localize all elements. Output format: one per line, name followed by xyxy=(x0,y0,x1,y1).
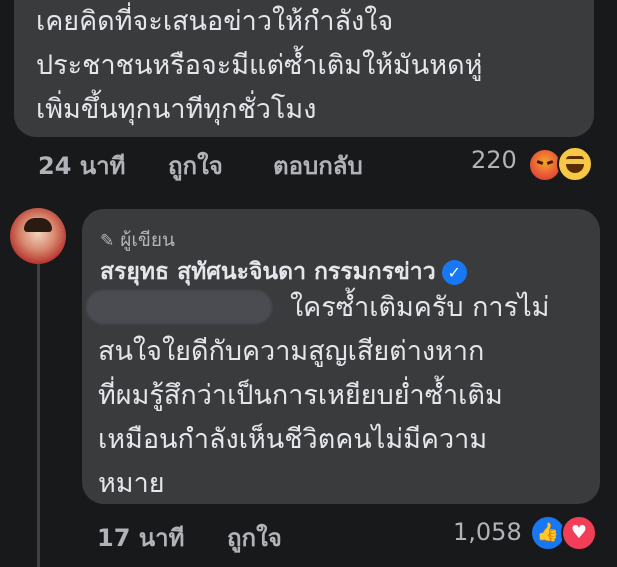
reply-line: หมาย xyxy=(98,468,165,499)
reply-line: เหมือนกำลังเห็นชีวิตคนไม่มีความ xyxy=(98,424,488,455)
author-badge-label: ผู้เขียน xyxy=(120,229,175,251)
avatar-hair xyxy=(24,218,52,232)
haha-icon[interactable] xyxy=(557,146,593,182)
comment-actions: 24 นาที ถูกใจ ตอบกลับ 220 xyxy=(38,146,598,186)
reaction-count[interactable]: 1,058 xyxy=(453,518,522,546)
author-badge: ✎ ผู้เขียน xyxy=(100,225,175,255)
comment-text: เคยคิดที่จะเสนอข่าวให้กำลังใจ ประชาชนหรื… xyxy=(36,0,596,132)
author-name-row: สรยุทธ สุทัศนะจินดา กรรมกรข่าว ✓ xyxy=(100,254,467,290)
reply-timestamp[interactable]: 17 นาที xyxy=(97,518,184,557)
like-button[interactable]: ถูกใจ xyxy=(168,146,223,185)
reply-line: ที่ผมรู้สึกว่าเป็นการเหยียบย่ำซ้ำเติม xyxy=(98,380,503,411)
reply-line: สนใจใยดีกับความสูญเสียต่างหาก xyxy=(98,336,485,367)
comment-line: ประชาชนหรือจะมีแต่ซ้ำเติมให้มันหดหู่ xyxy=(36,50,483,81)
comment-line: เคยคิดที่จะเสนอข่าวให้กำลังใจ xyxy=(36,6,394,37)
reply-text: สนใจใยดีกับความสูญเสียต่างหาก ที่ผมรู้สึ… xyxy=(98,330,598,506)
thread-connector xyxy=(37,258,40,567)
author-name[interactable]: สรยุทธ สุทัศนะจินดา กรรมกรข่าว xyxy=(100,259,436,285)
love-icon[interactable]: ♥ xyxy=(561,515,597,551)
verified-icon: ✓ xyxy=(441,260,467,285)
pencil-icon: ✎ xyxy=(100,231,115,251)
reaction-count[interactable]: 220 xyxy=(471,146,517,174)
avatar[interactable] xyxy=(10,208,66,264)
comment-line: เพิ่มขึ้นทุกนาทีทุกชั่วโมง xyxy=(36,94,317,125)
reply-first-line: ใครซ้ำเติมครับ การไม่ xyxy=(290,292,550,323)
mention-tag[interactable] xyxy=(86,290,272,324)
comment-timestamp[interactable]: 24 นาที xyxy=(38,146,125,185)
reply-button[interactable]: ตอบกลับ xyxy=(273,146,363,185)
like-button[interactable]: ถูกใจ xyxy=(227,518,282,557)
